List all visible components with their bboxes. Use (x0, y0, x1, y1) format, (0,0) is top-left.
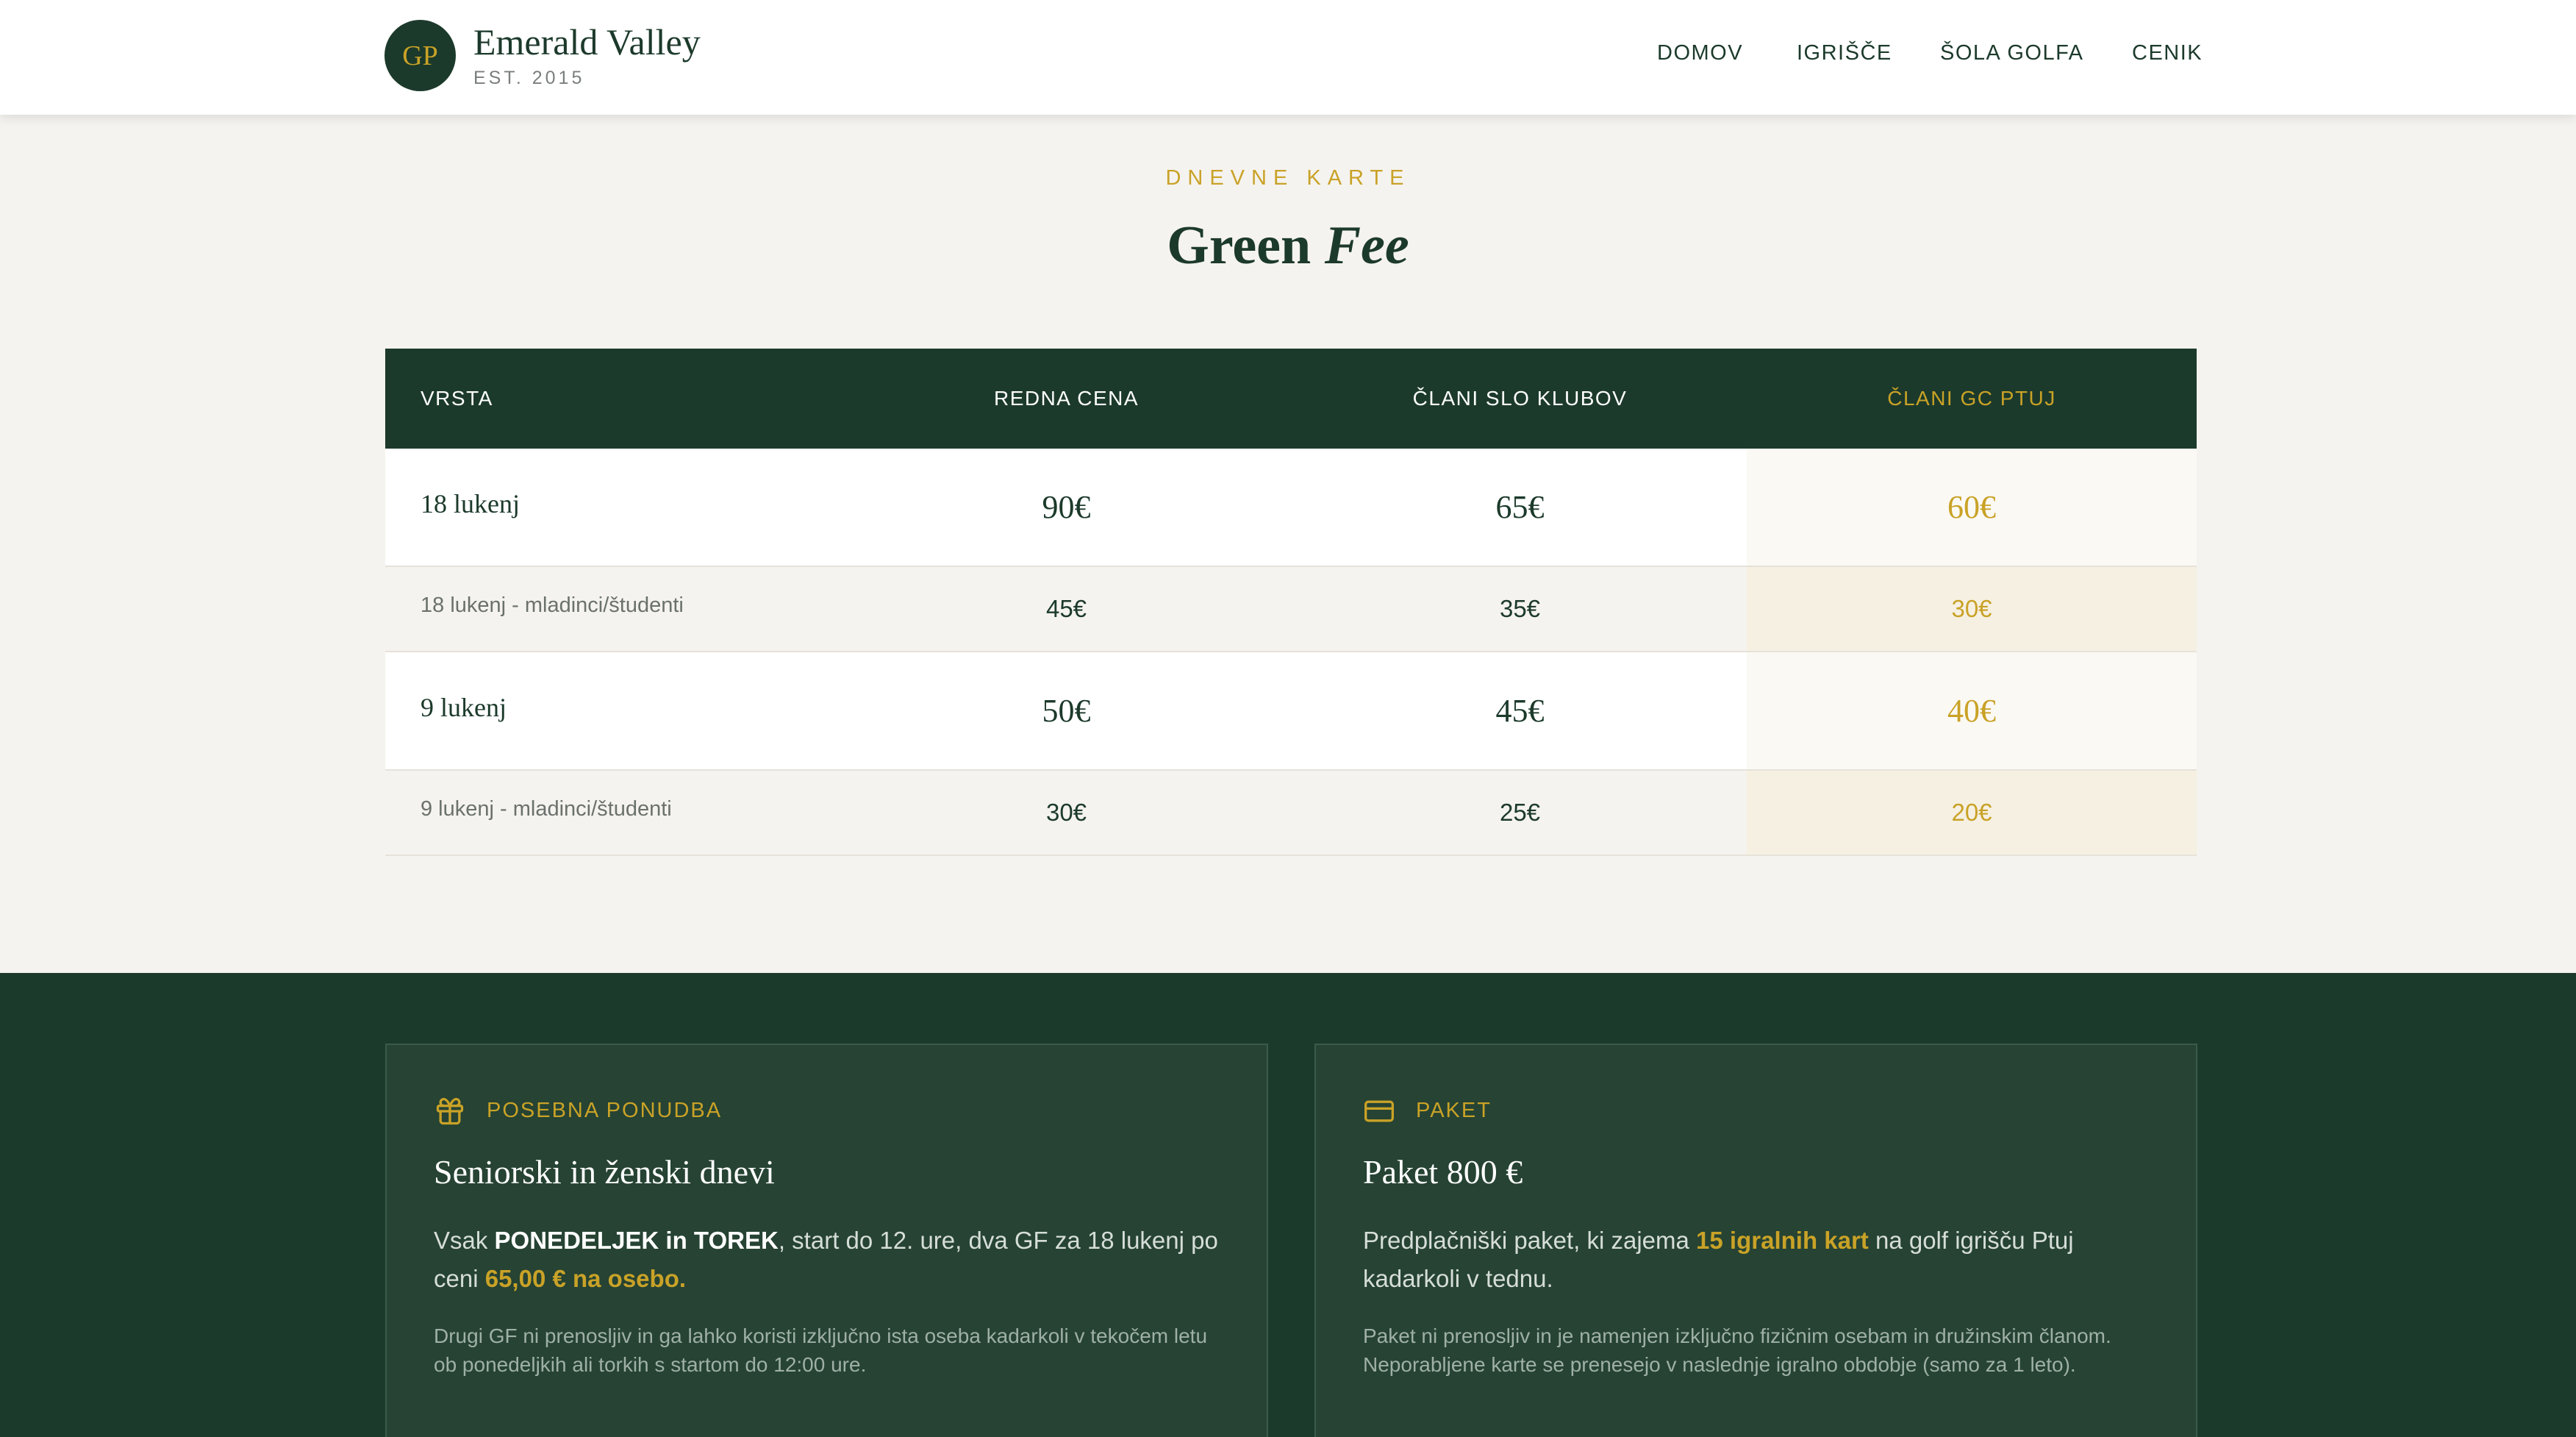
logo[interactable]: GP (384, 20, 456, 91)
price-ptuj-members: 40€ (1947, 693, 1996, 729)
site-header: GP Emerald Valley EST. 2015 DOMOV IGRIŠČ… (0, 0, 2576, 115)
offer-note: Drugi GF ni prenosljiv in ga lahko koris… (434, 1324, 1208, 1376)
header-vrsta: VRSTA (421, 387, 493, 410)
brand-name[interactable]: Emerald Valley (473, 21, 701, 63)
price-regular: 90€ (1042, 489, 1091, 525)
nav-link-sola-golfa[interactable]: ŠOLA GOLFA (1940, 41, 2084, 65)
special-offer-card: POSEBNA PONUDBA Seniorski in ženski dnev… (385, 1044, 1268, 1437)
section-eyebrow: DNEVNE KARTE (1165, 166, 1411, 190)
row-label: 18 lukenj (421, 488, 520, 518)
package-description: Predplačniški paket, ki zajema 15 igraln… (1363, 1227, 2074, 1292)
brand-established: EST. 2015 (473, 68, 585, 88)
price-ptuj-members: 60€ (1947, 489, 1996, 525)
package-note: Paket ni prenosljiv in je namenjen izklj… (1363, 1324, 2111, 1376)
green-fee-table: VRSTA REDNA CENA ČLANI SLO KLUBOV ČLANI … (385, 349, 2197, 856)
price-slo-members: 35€ (1499, 595, 1541, 622)
offer-description: Vsak PONEDELJEK in TOREK, start do 12. u… (434, 1227, 1218, 1292)
header-redna-cena: REDNA CENA (993, 387, 1139, 410)
offer-eyebrow: POSEBNA PONUDBA (487, 1099, 723, 1122)
header-clani-gc-ptuj: ČLANI GC PTUJ (1887, 387, 2056, 410)
price-regular: 30€ (1045, 799, 1087, 826)
title-italic: Fee (1324, 215, 1409, 276)
package-cards-count: 15 igralnih kart (1696, 1227, 1869, 1254)
package-card: PAKET Paket 800 € Predplačniški paket, k… (1314, 1044, 2197, 1437)
nav-link-igrisce[interactable]: IGRIŠČE (1797, 41, 1892, 65)
price-slo-members: 65€ (1495, 489, 1545, 525)
table-row: 18 lukenj - mladinci/študenti 45€ 35€ 30… (385, 567, 2197, 652)
price-slo-members: 25€ (1499, 799, 1541, 826)
price-slo-members: 45€ (1495, 693, 1545, 729)
gift-icon (436, 1097, 464, 1125)
price-ptuj-members: 30€ (1951, 595, 1992, 622)
price-regular: 50€ (1042, 693, 1091, 729)
nav-link-domov[interactable]: DOMOV (1657, 41, 1743, 65)
table-row: 9 lukenj 50€ 45€ 40€ (385, 652, 2197, 771)
nav-link-cenik[interactable]: CENIK (2132, 41, 2203, 65)
table-header: VRSTA REDNA CENA ČLANI SLO KLUBOV ČLANI … (385, 349, 2197, 449)
package-title: Paket 800 € (1363, 1153, 1523, 1191)
title-plain: Green (1167, 215, 1312, 276)
section-title: Green Fee (0, 215, 2576, 277)
price-regular: 45€ (1045, 595, 1087, 622)
offer-days: PONEDELJEK in TOREK (494, 1227, 779, 1254)
row-label: 18 lukenj - mladinci/študenti (421, 593, 684, 617)
row-label: 9 lukenj - mladinci/študenti (421, 796, 672, 821)
logo-initials: GP (402, 40, 438, 71)
row-label: 9 lukenj (421, 692, 507, 722)
price-ptuj-members: 20€ (1951, 799, 1992, 826)
package-eyebrow: PAKET (1416, 1099, 1492, 1122)
header-clani-slo-klubov: ČLANI SLO KLUBOV (1412, 387, 1628, 410)
table-row: 18 lukenj 90€ 65€ 60€ (385, 449, 2197, 567)
offer-price: 65,00 € na osebo (484, 1265, 679, 1292)
card-icon (1364, 1100, 1394, 1122)
table-row: 9 lukenj - mladinci/študenti 30€ 25€ 20€ (385, 771, 2197, 856)
offer-title: Seniorski in ženski dnevi (434, 1153, 775, 1191)
